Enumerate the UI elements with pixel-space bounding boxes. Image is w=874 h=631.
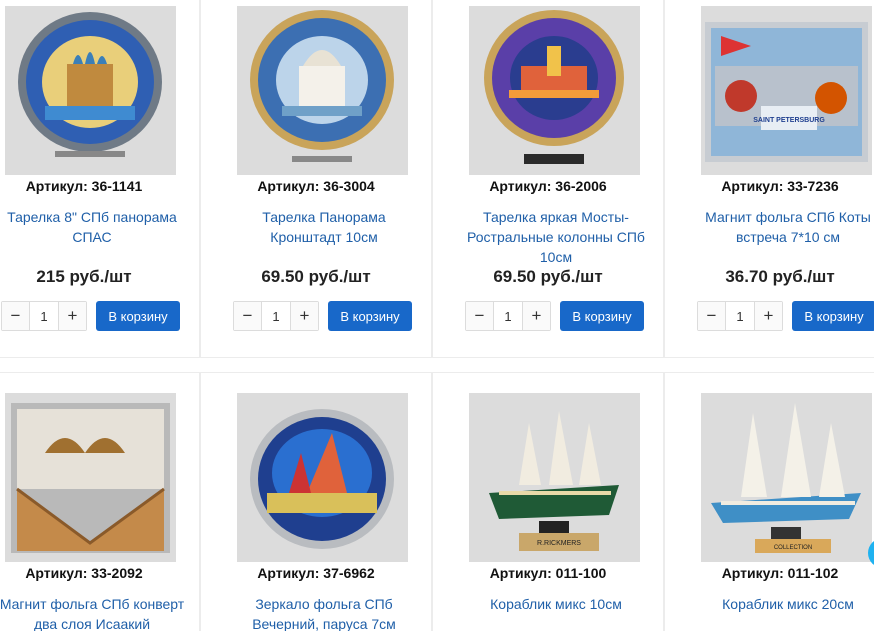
increment-button[interactable]: + (59, 302, 86, 330)
product-price: 36.70 руб./шт (725, 267, 835, 286)
product-image[interactable] (469, 6, 640, 175)
product-price: 69.50 руб./шт (493, 267, 603, 286)
product-title-link[interactable]: Магнит фольга СПб Коты встреча 7*10 см (695, 207, 874, 247)
product-sku: Артикул: 36-3004 (257, 178, 375, 194)
product-title-link[interactable]: Тарелка яркая Мосты-Ростральные колонны … (463, 207, 649, 267)
product-sku: Артикул: 37-6962 (257, 565, 375, 581)
quantity-stepper: − 1 + (465, 301, 551, 331)
quantity-stepper: − 1 + (233, 301, 319, 331)
magnet-banner-text: SAINT PETERSBURG (753, 117, 825, 124)
quantity-stepper: − 1 + (1, 301, 87, 331)
product-card: SAINT PETERSBURG Артикул: 33-7236 Магнит… (664, 0, 874, 358)
product-sku: Артикул: 33-7236 (721, 178, 839, 194)
product-grid: Артикул: 36-1141 Тарелка 8" СПб панорама… (0, 0, 874, 631)
quantity-input[interactable]: 1 (725, 302, 755, 330)
product-card: Артикул: 36-3004 Тарелка Панорама Кроншт… (200, 0, 432, 358)
product-title-link[interactable]: Тарелка Панорама Кронштадт 10см (231, 207, 417, 247)
product-image[interactable] (237, 393, 408, 562)
quantity-input[interactable]: 1 (493, 302, 523, 330)
product-image[interactable] (5, 393, 176, 562)
product-title-link[interactable]: Кораблик микс 10см (463, 594, 649, 614)
product-card: COLLECTION Артикул: 011-102 Кораблик мик… (664, 372, 874, 631)
product-card: Артикул: 36-2006 Тарелка яркая Мосты-Рос… (432, 0, 664, 358)
product-title-link[interactable]: Магнит фольга СПб конверт два слоя Исаак… (0, 594, 185, 631)
product-image[interactable]: COLLECTION (701, 393, 872, 562)
product-sku: Артикул: 36-2006 (489, 178, 607, 194)
product-title-link[interactable]: Зеркало фольга СПб Вечерний, паруса 7см (231, 594, 417, 631)
product-price: 215 руб./шт (36, 267, 132, 286)
decrement-button[interactable]: − (466, 302, 493, 330)
add-to-cart-button[interactable]: В корзину (96, 301, 180, 331)
add-to-cart-button[interactable]: В корзину (560, 301, 644, 331)
product-sku: Артикул: 011-102 (721, 565, 839, 581)
product-title-link[interactable]: Кораблик микс 20см (695, 594, 874, 614)
quantity-input[interactable]: 1 (261, 302, 291, 330)
product-card: Артикул: 37-6962 Зеркало фольга СПб Вече… (200, 372, 432, 631)
product-image[interactable]: SAINT PETERSBURG (701, 6, 872, 175)
ship-plaque-text: R.RICKMERS (537, 540, 581, 547)
product-title-link[interactable]: Тарелка 8" СПб панорама СПАС (0, 207, 185, 247)
quantity-input[interactable]: 1 (29, 302, 59, 330)
add-to-cart-button[interactable]: В корзину (792, 301, 874, 331)
increment-button[interactable]: + (523, 302, 550, 330)
increment-button[interactable]: + (291, 302, 318, 330)
quantity-stepper: − 1 + (697, 301, 783, 331)
product-card: Артикул: 33-2092 Магнит фольга СПб конве… (0, 372, 200, 631)
product-card: Артикул: 36-1141 Тарелка 8" СПб панорама… (0, 0, 200, 358)
product-sku: Артикул: 011-100 (489, 565, 607, 581)
product-image[interactable] (5, 6, 176, 175)
product-card: R.RICKMERS Артикул: 011-100 Кораблик мик… (432, 372, 664, 631)
ship-plaque-text: COLLECTION (774, 545, 812, 551)
product-sku: Артикул: 36-1141 (25, 178, 143, 194)
decrement-button[interactable]: − (234, 302, 261, 330)
increment-button[interactable]: + (755, 302, 782, 330)
product-price: 69.50 руб./шт (261, 267, 371, 286)
add-to-cart-button[interactable]: В корзину (328, 301, 412, 331)
product-sku: Артикул: 33-2092 (25, 565, 143, 581)
decrement-button[interactable]: − (698, 302, 725, 330)
product-image[interactable]: R.RICKMERS (469, 393, 640, 562)
decrement-button[interactable]: − (2, 302, 29, 330)
product-image[interactable] (237, 6, 408, 175)
